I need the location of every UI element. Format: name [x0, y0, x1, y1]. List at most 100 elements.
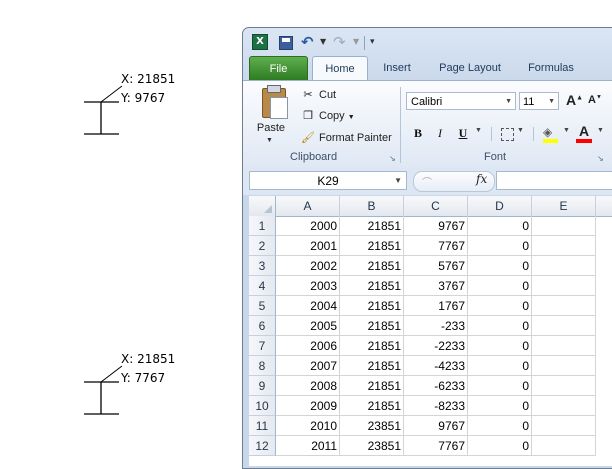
tab-file[interactable]: File: [249, 56, 308, 81]
cell-a[interactable]: 2001: [276, 236, 340, 256]
cell-c[interactable]: 1767: [404, 296, 468, 316]
cell-d[interactable]: 0: [468, 296, 532, 316]
row-header[interactable]: 9: [249, 376, 276, 396]
row-header[interactable]: 5: [249, 296, 276, 316]
column-header-e[interactable]: E: [532, 196, 596, 216]
cell-b[interactable]: 21851: [340, 216, 404, 236]
fill-color-icon[interactable]: ◈: [543, 125, 557, 139]
cell-d[interactable]: 0: [468, 216, 532, 236]
insert-function-button[interactable]: fx: [476, 172, 487, 186]
font-name-select[interactable]: Calibri ▼: [406, 92, 516, 110]
cell-a[interactable]: 2002: [276, 256, 340, 276]
cell-c[interactable]: 5767: [404, 256, 468, 276]
cell-d[interactable]: 0: [468, 356, 532, 376]
cell-e[interactable]: [532, 316, 596, 336]
cell-c[interactable]: -8233: [404, 396, 468, 416]
cell-a[interactable]: 2005: [276, 316, 340, 336]
row-header[interactable]: 3: [249, 256, 276, 276]
font-color-icon[interactable]: A: [579, 123, 589, 139]
cell-b[interactable]: 21851: [340, 276, 404, 296]
cut-button[interactable]: ✂ Cut: [300, 87, 336, 103]
cell-c[interactable]: 7767: [404, 236, 468, 256]
tab-insert[interactable]: Insert: [375, 56, 419, 79]
tab-home[interactable]: Home: [312, 56, 368, 81]
tab-page-layout[interactable]: Page Layout: [433, 56, 507, 79]
tab-formulas[interactable]: Formulas: [523, 56, 579, 79]
cell-e[interactable]: [532, 376, 596, 396]
undo-icon[interactable]: ↶: [301, 34, 314, 50]
column-header-d[interactable]: D: [468, 196, 532, 216]
font-size-select[interactable]: 11 ▼: [519, 92, 559, 110]
undo-dropdown-icon[interactable]: ▼: [320, 34, 326, 50]
fill-color-dropdown-icon[interactable]: ▼: [563, 127, 570, 134]
cell-b[interactable]: 21851: [340, 376, 404, 396]
cell-a[interactable]: 2011: [276, 436, 340, 456]
bold-button[interactable]: B: [411, 124, 425, 142]
font-color-dropdown-icon[interactable]: ▼: [597, 127, 604, 134]
cell-d[interactable]: 0: [468, 316, 532, 336]
cell-b[interactable]: 21851: [340, 296, 404, 316]
cell-c[interactable]: -233: [404, 316, 468, 336]
column-header-a[interactable]: A: [276, 196, 340, 216]
column-header-b[interactable]: B: [340, 196, 404, 216]
cell-b[interactable]: 23851: [340, 436, 404, 456]
cell-e[interactable]: [532, 396, 596, 416]
cell-a[interactable]: 2006: [276, 336, 340, 356]
row-header[interactable]: 7: [249, 336, 276, 356]
clipboard-launcher-icon[interactable]: ↘: [389, 154, 396, 163]
cell-b[interactable]: 23851: [340, 416, 404, 436]
cell-e[interactable]: [532, 416, 596, 436]
cell-e[interactable]: [532, 276, 596, 296]
chevron-down-icon[interactable]: ▼: [394, 172, 402, 190]
cell-e[interactable]: [532, 436, 596, 456]
excel-logo-icon[interactable]: X: [252, 34, 268, 50]
copy-dropdown-icon[interactable]: ▼: [348, 114, 355, 121]
row-header[interactable]: 10: [249, 396, 276, 416]
paste-button[interactable]: Paste ▼: [253, 85, 289, 147]
customize-toolbar-icon[interactable]: ▾: [370, 34, 375, 50]
row-header[interactable]: 8: [249, 356, 276, 376]
cell-b[interactable]: 21851: [340, 256, 404, 276]
cell-e[interactable]: [532, 256, 596, 276]
cell-a[interactable]: 2008: [276, 376, 340, 396]
copy-button[interactable]: ❐ Copy ▼: [300, 108, 355, 124]
format-painter-button[interactable]: 🖌 Format Painter: [300, 130, 392, 146]
cell-b[interactable]: 21851: [340, 316, 404, 336]
chevron-down-icon[interactable]: ▼: [505, 93, 512, 111]
cell-e[interactable]: [532, 216, 596, 236]
cell-a[interactable]: 2004: [276, 296, 340, 316]
formula-input[interactable]: [496, 171, 612, 190]
cell-c[interactable]: -4233: [404, 356, 468, 376]
cell-e[interactable]: [532, 236, 596, 256]
shrink-font-icon[interactable]: A▼: [588, 94, 602, 106]
cell-c[interactable]: 9767: [404, 216, 468, 236]
cell-c[interactable]: -2233: [404, 336, 468, 356]
name-box[interactable]: K29 ▼: [249, 171, 407, 190]
cell-a[interactable]: 2003: [276, 276, 340, 296]
cell-b[interactable]: 21851: [340, 356, 404, 376]
cell-e[interactable]: [532, 336, 596, 356]
cell-e[interactable]: [532, 356, 596, 376]
cell-b[interactable]: 21851: [340, 336, 404, 356]
chevron-down-icon[interactable]: ▼: [548, 93, 555, 111]
cell-a[interactable]: 2007: [276, 356, 340, 376]
paste-dropdown-icon[interactable]: ▼: [266, 137, 273, 144]
cell-c[interactable]: 7767: [404, 436, 468, 456]
cell-d[interactable]: 0: [468, 256, 532, 276]
row-header[interactable]: 6: [249, 316, 276, 336]
select-all-button[interactable]: [249, 196, 276, 216]
cell-c[interactable]: 3767: [404, 276, 468, 296]
underline-dropdown-icon[interactable]: ▼: [475, 127, 482, 134]
borders-dropdown-icon[interactable]: ▼: [517, 127, 524, 134]
cell-c[interactable]: -6233: [404, 376, 468, 396]
redo-icon[interactable]: ↷: [333, 34, 346, 50]
column-header-c[interactable]: C: [404, 196, 468, 216]
underline-button[interactable]: U: [456, 124, 470, 142]
cell-d[interactable]: 0: [468, 276, 532, 296]
borders-icon[interactable]: [501, 128, 514, 141]
cell-b[interactable]: 21851: [340, 236, 404, 256]
cell-e[interactable]: [532, 296, 596, 316]
save-icon[interactable]: [279, 36, 293, 50]
grow-font-icon[interactable]: A▲: [566, 92, 583, 108]
cell-a[interactable]: 2000: [276, 216, 340, 236]
